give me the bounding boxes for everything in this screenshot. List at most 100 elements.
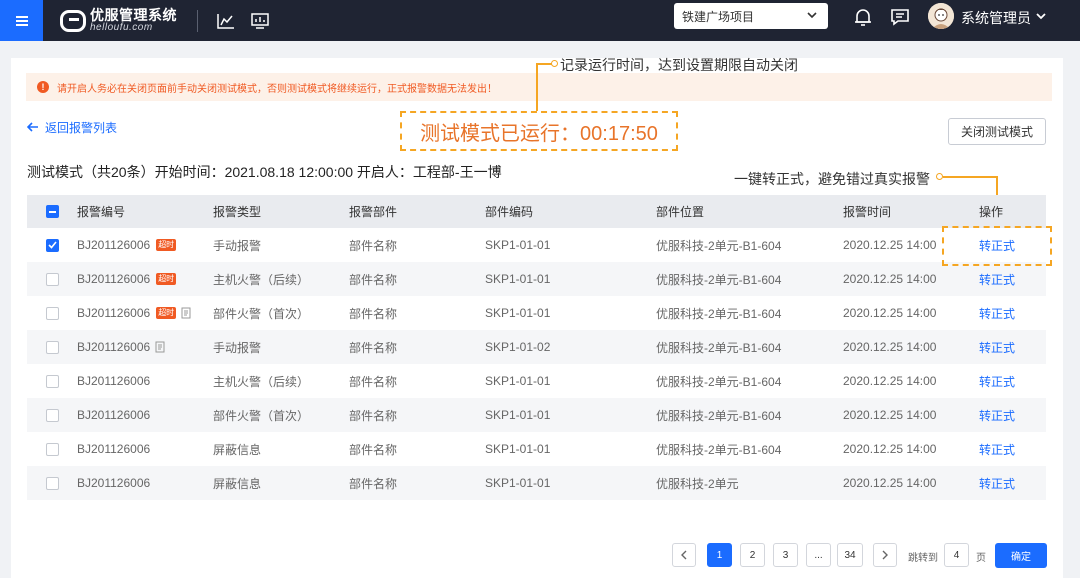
alarm-id: BJ201126006 — [77, 476, 151, 490]
table-row: BJ201126006 超时 手动报警 部件名称 SKP1-01-01 优服科技-2单元-… — [27, 228, 1046, 262]
alarm-part: 部件名称 — [349, 340, 398, 355]
row-checkbox[interactable] — [46, 340, 59, 354]
page-button[interactable]: 2 — [740, 543, 765, 567]
overtime-badge: 超时 — [156, 307, 177, 319]
jump-page-input[interactable]: 4 — [944, 543, 969, 567]
alarm-part: 部件名称 — [349, 306, 398, 321]
overtime-badge: 超时 — [156, 273, 177, 285]
convert-to-official-link[interactable]: 转正式 — [979, 443, 1015, 457]
chevron-down-icon[interactable] — [1034, 9, 1048, 28]
convert-to-official-link[interactable]: 转正式 — [979, 409, 1015, 423]
message-icon[interactable] — [889, 6, 911, 28]
confirm-jump-button[interactable]: 确定 — [995, 543, 1047, 568]
row-checkbox[interactable] — [46, 238, 59, 252]
alarm-type: 屏蔽信息 — [213, 442, 262, 457]
part-code: SKP1-01-01 — [485, 374, 551, 388]
next-page-button[interactable] — [873, 543, 897, 567]
alarm-type: 手动报警 — [213, 238, 262, 253]
chart-icon[interactable] — [216, 11, 236, 31]
page-unit-label: 页 — [976, 553, 986, 564]
table-header: 报警编号 报警类型 报警部件 部件编码 部件位置 报警时间 操作 — [27, 195, 1046, 228]
test-mode-info: 测试模式（共20条）开始时间：2021.08.18 12:00:00 开启人：工… — [27, 164, 502, 180]
row-checkbox[interactable] — [46, 476, 59, 490]
callout-dot — [551, 60, 558, 67]
column-header: 报警编号 — [77, 205, 126, 219]
part-location: 优服科技-2单元-B1-604 — [656, 238, 782, 253]
alarm-id: BJ201126006 — [77, 374, 151, 388]
column-header: 部件位置 — [656, 205, 705, 219]
logo-subtitle: helloufu.com — [90, 22, 153, 33]
alarm-table: 报警编号 报警类型 报警部件 部件编码 部件位置 报警时间 操作 BJ20112… — [27, 195, 1046, 500]
alarm-time: 2020.12.25 14:00 — [843, 374, 937, 388]
select-all-checkbox[interactable] — [46, 205, 59, 218]
page-button[interactable]: 3 — [773, 543, 798, 567]
back-to-alarm-list-link[interactable]: 返回报警列表 — [26, 119, 118, 136]
alarm-part: 部件名称 — [349, 442, 398, 457]
bell-icon[interactable] — [852, 6, 874, 28]
part-location: 优服科技-2单元-B1-604 — [656, 442, 782, 457]
document-icon[interactable] — [181, 307, 192, 319]
column-header: 部件编码 — [485, 205, 534, 219]
table-body: BJ201126006 超时 手动报警 部件名称 SKP1-01-01 优服科技-2单元-… — [27, 228, 1046, 500]
part-code: SKP1-01-01 — [485, 476, 551, 490]
part-location: 优服科技-2单元-B1-604 — [656, 272, 782, 287]
part-code: SKP1-01-01 — [485, 306, 551, 320]
avatar[interactable] — [928, 3, 954, 29]
alarm-type: 部件火警（首次） — [213, 306, 310, 321]
test-mode-timer: 测试模式已运行：00:17:50 — [400, 111, 678, 151]
convert-to-official-link[interactable]: 转正式 — [979, 341, 1015, 355]
back-link-label: 返回报警列表 — [45, 121, 118, 135]
alarm-time: 2020.12.25 14:00 — [843, 272, 937, 286]
prev-page-button[interactable] — [672, 543, 696, 567]
callout-line — [536, 65, 538, 111]
row-checkbox[interactable] — [46, 442, 59, 456]
alarm-time: 2020.12.25 14:00 — [843, 340, 937, 354]
project-select[interactable]: 铁建广场项目 — [674, 3, 828, 29]
convert-to-official-link[interactable]: 转正式 — [979, 477, 1015, 491]
table-row: BJ201126006 手动报警 部件名称 SKP1-01-02 优服科技-2单元-B1… — [27, 330, 1046, 364]
convert-callout-note: 一键转正式，避免错过真实报警 — [734, 171, 930, 187]
row-checkbox[interactable] — [46, 272, 59, 286]
alarm-id: BJ201126006 — [77, 272, 151, 286]
alarm-part: 部件名称 — [349, 476, 398, 491]
user-name[interactable]: 系统管理员 — [961, 8, 1031, 28]
table-row: BJ201126006 屏蔽信息 部件名称 SKP1-01-01 优服科技-2单元-B1… — [27, 432, 1046, 466]
part-location: 优服科技-2单元 — [656, 476, 739, 491]
column-header: 报警部件 — [349, 205, 398, 219]
table-row: BJ201126006 主机火警（后续） 部件名称 SKP1-01-01 优服科技-2单… — [27, 364, 1046, 398]
jump-to-label: 跳转到 — [908, 553, 938, 564]
alarm-part: 部件名称 — [349, 408, 398, 423]
table-row: BJ201126006 部件火警（首次） 部件名称 SKP1-01-01 优服科技-2单… — [27, 398, 1046, 432]
alarm-id: BJ201126006 — [77, 238, 151, 252]
warning-alert-text: 请开启人务必在关闭页面前手动关闭测试模式，否则测试模式将继续运行，正式报警数据无… — [57, 83, 497, 95]
menu-icon[interactable] — [0, 0, 43, 41]
jump-page-value: 4 — [953, 549, 960, 561]
alarm-time: 2020.12.25 14:00 — [843, 306, 937, 320]
row-checkbox[interactable] — [46, 374, 59, 388]
page-button[interactable]: 34 — [837, 543, 863, 567]
part-location: 优服科技-2单元-B1-604 — [656, 408, 782, 423]
alarm-type: 主机火警（后续） — [213, 374, 310, 389]
alarm-id: BJ201126006 — [77, 442, 151, 456]
row-checkbox[interactable] — [46, 408, 59, 422]
screen-icon[interactable] — [250, 11, 270, 31]
convert-to-official-link[interactable]: 转正式 — [979, 375, 1015, 389]
convert-to-official-link[interactable]: 转正式 — [979, 307, 1015, 321]
logo: 优服管理系统 helloufu.com — [60, 0, 177, 41]
convert-to-official-link[interactable]: 转正式 — [979, 273, 1015, 287]
pagination-ellipsis: ... — [806, 543, 831, 567]
part-location: 优服科技-2单元-B1-604 — [656, 306, 782, 321]
part-code: SKP1-01-02 — [485, 340, 551, 354]
row-checkbox[interactable] — [46, 306, 59, 320]
close-test-mode-button[interactable]: 关闭测试模式 — [948, 118, 1046, 145]
part-code: SKP1-01-01 — [485, 272, 551, 286]
page-button[interactable]: 1 — [707, 543, 732, 567]
alarm-time: 2020.12.25 14:00 — [843, 442, 937, 456]
alarm-type: 手动报警 — [213, 340, 262, 355]
alarm-part: 部件名称 — [349, 374, 398, 389]
alarm-id: BJ201126006 — [77, 306, 151, 320]
part-location: 优服科技-2单元-B1-604 — [656, 340, 782, 355]
document-icon[interactable] — [155, 341, 166, 353]
convert-action-highlight — [942, 226, 1052, 266]
project-select-value: 铁建广场项目 — [682, 9, 755, 24]
